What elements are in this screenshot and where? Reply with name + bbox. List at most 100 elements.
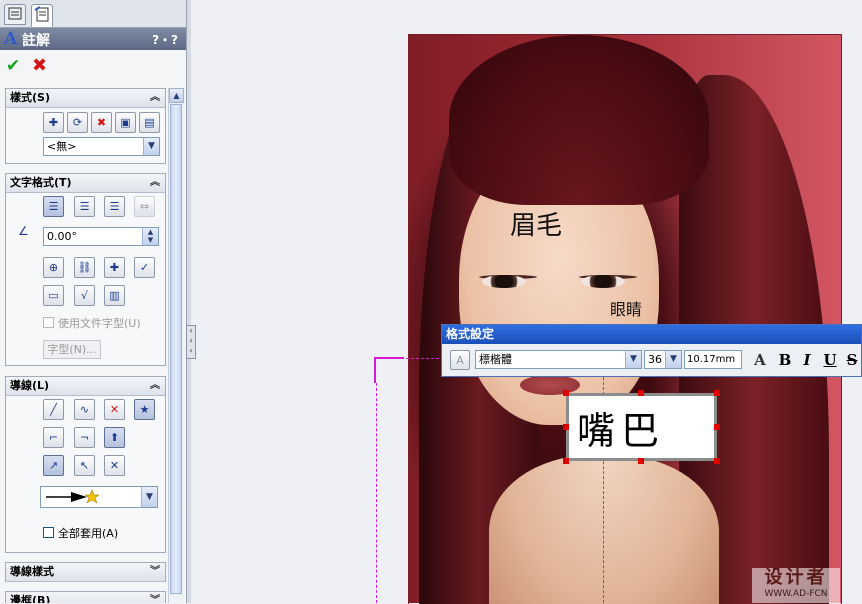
leader-left-button[interactable]: ⌐ xyxy=(43,427,64,448)
link-property-button[interactable]: ⛓ xyxy=(74,257,95,278)
style-section-header[interactable]: 樣式(S) ︽ xyxy=(6,89,165,108)
property-tab[interactable] xyxy=(31,4,53,27)
italic-button[interactable]: I xyxy=(797,350,817,370)
justify-button[interactable]: ⇔ xyxy=(134,196,155,217)
leader-style-title: 導線樣式 xyxy=(10,565,54,578)
leader-line[interactable] xyxy=(374,357,376,383)
expand-icon[interactable]: ︾ xyxy=(150,563,160,581)
font-color-button[interactable]: A xyxy=(750,350,770,370)
chevron-down-icon[interactable]: ▼ xyxy=(665,351,681,368)
scrollbar-thumb[interactable] xyxy=(170,104,182,594)
leader-nearest-button[interactable]: ⬆ xyxy=(104,427,125,448)
use-doc-font-label: 使用文件字型(U) xyxy=(58,317,141,330)
resize-handle[interactable] xyxy=(714,424,720,430)
note-mouth-text[interactable]: 嘴巴 xyxy=(577,400,665,455)
use-doc-font-checkbox[interactable] xyxy=(43,317,54,328)
no-leader-button[interactable]: ✕ xyxy=(104,399,125,420)
panel-titlebar: A 註解 ?・? xyxy=(0,28,186,50)
chevron-down-icon[interactable]: ▼ xyxy=(625,351,641,368)
leader-straight-button[interactable]: ╱ xyxy=(43,399,64,420)
resize-handle[interactable] xyxy=(714,458,720,464)
feature-tree-tab[interactable] xyxy=(4,4,26,25)
resize-handle[interactable] xyxy=(638,390,644,396)
panel-scrollbar[interactable]: ▲ xyxy=(168,88,184,603)
leader-section: 導線(L) ︽ ╱ ∿ ✕ ★ ⌐ ¬ ⬆ ↗ ↖ ✕ ▼ 全部套用(A) xyxy=(5,376,166,553)
leader-right-button[interactable]: ¬ xyxy=(74,427,95,448)
scroll-up-icon[interactable]: ▲ xyxy=(169,88,184,103)
add-balloon-button[interactable]: ✚ xyxy=(104,257,125,278)
guide-line-vertical-left xyxy=(376,383,377,603)
add-style-button[interactable]: ✚ xyxy=(43,112,64,133)
insert-hyperlink-button[interactable]: ⊕ xyxy=(43,257,64,278)
ok-cancel-row: ✔ ✖ xyxy=(0,52,186,78)
text-format-header[interactable]: 文字格式(T) ︽ xyxy=(6,174,165,193)
text-format-title: 文字格式(T) xyxy=(10,176,72,189)
leader-style-header[interactable]: 導線樣式 ︾ xyxy=(6,563,165,582)
symbol-button[interactable]: ✓ xyxy=(134,257,155,278)
apply-all-label: 全部套用(A) xyxy=(58,527,119,540)
chevron-down-icon[interactable]: ▼ xyxy=(143,138,159,155)
resize-handle[interactable] xyxy=(714,390,720,396)
feature-tree-icon xyxy=(8,7,22,20)
font-select[interactable]: 標楷體 ▼ xyxy=(475,350,642,369)
note-eye[interactable]: 眼睛 xyxy=(610,296,642,320)
bold-button[interactable]: B xyxy=(775,350,795,370)
update-style-button[interactable]: ⟳ xyxy=(67,112,88,133)
gtol-button[interactable]: ▥ xyxy=(104,285,125,306)
angle-input[interactable]: 0.00° ▲ ▼ xyxy=(43,227,159,246)
datum-symbol-button[interactable]: ▭ xyxy=(43,285,64,306)
font-size-select[interactable]: 36 ▼ xyxy=(644,350,682,369)
format-toolbar-title[interactable]: 格式設定 xyxy=(442,325,861,344)
leader-section-header[interactable]: 導線(L) ︽ xyxy=(6,377,165,396)
panel-splitter[interactable] xyxy=(187,0,191,603)
note-brow[interactable]: 眉毛 xyxy=(510,205,562,242)
align-center-button[interactable]: ☰ xyxy=(74,196,95,217)
note-edit-box[interactable]: 嘴巴 xyxy=(566,393,717,461)
angle-value: 0.00° xyxy=(47,230,77,243)
font-button[interactable]: 字型(N)... xyxy=(43,340,101,359)
resize-handle[interactable] xyxy=(563,458,569,464)
delete-style-button[interactable]: ✖ xyxy=(91,112,112,133)
collapse-icon[interactable]: ︽ xyxy=(150,377,160,395)
collapse-icon[interactable]: ︽ xyxy=(150,89,160,107)
leader-bent-button[interactable]: ∿ xyxy=(74,399,95,420)
auto-leader-button[interactable]: ★ xyxy=(134,399,155,420)
leader-style-section: 導線樣式 ︾ xyxy=(5,562,166,582)
apply-all-checkbox[interactable] xyxy=(43,527,54,538)
font-style-icon[interactable]: A xyxy=(450,350,470,370)
align-right-button[interactable]: ☰ xyxy=(104,196,125,217)
resize-handle[interactable] xyxy=(563,424,569,430)
leader-bent-attach-button[interactable]: ↖ xyxy=(74,455,95,476)
style-section: 樣式(S) ︽ ✚ ⟳ ✖ ▣ ▤ <無> ▼ xyxy=(5,88,166,164)
save-style-button[interactable]: ▣ xyxy=(115,112,136,133)
property-icon xyxy=(34,6,49,22)
surface-finish-button[interactable]: √ xyxy=(74,285,95,306)
spinner-icon[interactable]: ▲ ▼ xyxy=(142,228,158,245)
align-left-button[interactable]: ☰ xyxy=(43,196,64,217)
splitter-grip[interactable]: ‹ ‹ ‹ xyxy=(186,325,196,359)
frame-title: 邊框(B) xyxy=(10,594,51,603)
load-style-button[interactable]: ▤ xyxy=(139,112,160,133)
eye-left xyxy=(482,275,526,288)
expand-icon[interactable]: ︾ xyxy=(150,592,160,603)
underline-button[interactable]: U xyxy=(820,350,840,370)
manager-tabs xyxy=(0,0,186,28)
frame-header[interactable]: 邊框(B) ︾ xyxy=(6,592,165,603)
resize-handle[interactable] xyxy=(563,390,569,396)
watermark-logo: 设计者 WWW.AD-FCN xyxy=(752,568,840,603)
arrow-style-select[interactable]: ▼ xyxy=(40,486,158,508)
chevron-down-icon[interactable]: ▼ xyxy=(141,487,157,507)
help-button[interactable]: ?・? xyxy=(152,31,178,48)
strikethrough-button[interactable]: S xyxy=(842,350,862,370)
text-height-input[interactable]: 10.17mm xyxy=(684,350,742,369)
leader-straight-attach-button[interactable]: ↗ xyxy=(43,455,64,476)
ok-button[interactable]: ✔ xyxy=(6,56,20,76)
leader-underline-button[interactable]: ✕ xyxy=(104,455,125,476)
panel-title: 註解 xyxy=(22,33,50,49)
cancel-button[interactable]: ✖ xyxy=(32,55,47,76)
watermark-line1: 设计者 xyxy=(764,567,828,588)
collapse-icon[interactable]: ︽ xyxy=(150,174,160,192)
style-select[interactable]: <無> ▼ xyxy=(43,137,160,156)
property-manager: A 註解 ?・? ✔ ✖ 樣式(S) ︽ ✚ ⟳ ✖ ▣ ▤ <無> ▼ 文字格式… xyxy=(0,0,187,603)
resize-handle[interactable] xyxy=(638,458,644,464)
